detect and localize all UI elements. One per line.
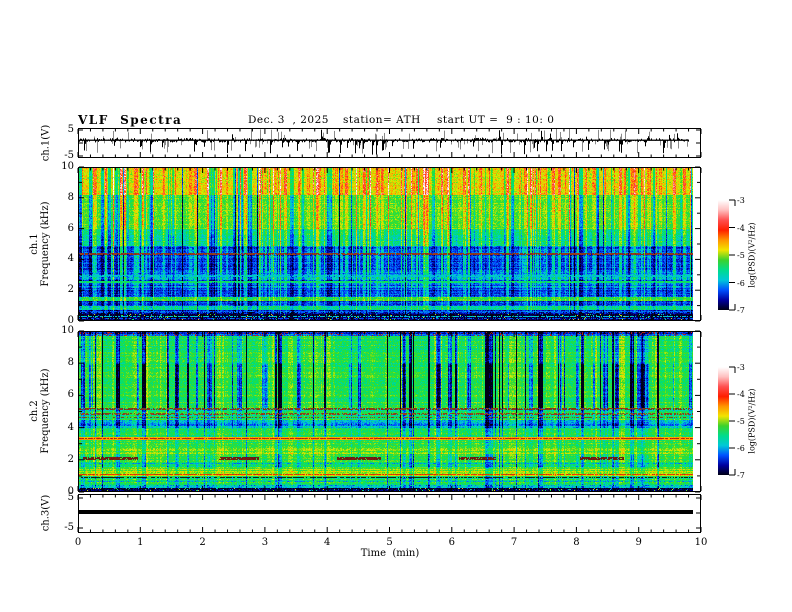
freq-tick-label: 10: [61, 325, 74, 336]
colorbar-tick-label: -7: [737, 306, 745, 315]
volt-tick-label: -5: [64, 522, 74, 533]
colorbar-tick-label: -5: [737, 251, 745, 260]
colorbar-tick-label: -4: [737, 390, 745, 399]
x-tick-label: 10: [694, 537, 708, 548]
colorbar-ch1: [718, 200, 729, 310]
ch2-spectrogram-canvas: [78, 331, 693, 492]
freq-tick-label: 2: [67, 453, 74, 465]
ch1-voltage-axis-label: ch.1(V): [40, 124, 52, 162]
x-tick-label: 1: [137, 537, 144, 548]
ch1-spectrogram-canvas: [78, 167, 693, 321]
colorbar-tick-label: -5: [737, 417, 745, 426]
title-station: station= ATH: [343, 114, 421, 126]
colorbar-ch2-label: log(PSD)(V²/Hz): [747, 388, 757, 454]
ch3-flat-trace: [78, 510, 693, 514]
ch2-label-line1: ch.2: [29, 400, 40, 422]
ch1-label-line2: Frequency (kHz): [40, 201, 51, 287]
ch3-voltage-axis-label: ch.3(V): [40, 494, 52, 532]
colorbar-ch2: [718, 367, 729, 475]
freq-tick-label: 10: [61, 161, 74, 172]
volt-tick-label: 5: [67, 492, 74, 503]
freq-tick-label: 8: [67, 357, 74, 369]
volt-tick-label: -5: [64, 150, 74, 161]
x-tick-label: 9: [635, 537, 642, 548]
ch1-label-line1: ch.1: [29, 233, 40, 255]
ch1-frequency-axis-label: ch.1 Frequency (kHz): [29, 201, 51, 286]
freq-tick-label: 8: [67, 191, 74, 203]
page-title: VLF Spectra: [78, 113, 183, 127]
freq-tick-label: 4: [67, 421, 74, 433]
x-tick-label: 4: [324, 537, 331, 548]
ch2-frequency-axis-label: ch.2 Frequency (kHz): [29, 368, 51, 453]
vlf-spectra-figure: VLF Spectra Dec. 3 , 2025 station= ATH s…: [0, 0, 792, 612]
x-tick-label: 5: [386, 537, 393, 548]
x-tick-label: 0: [74, 537, 82, 548]
colorbar-tick-label: -4: [737, 223, 745, 233]
freq-tick-label: 4: [67, 253, 74, 265]
freq-tick-label: 6: [67, 222, 74, 234]
colorbar-ch1-label: log(PSD)(V²/Hz): [747, 222, 757, 288]
freq-tick-label: 6: [67, 389, 74, 401]
colorbar-tick-label: -7: [737, 471, 745, 480]
x-tick-label: 6: [448, 537, 455, 548]
colorbar-tick-label: -3: [737, 196, 745, 205]
x-tick-label: 2: [199, 537, 206, 548]
ch1-waveform-canvas: [78, 128, 693, 158]
x-tick-label: 8: [573, 537, 580, 548]
x-axis-label: Time (min): [360, 548, 420, 559]
colorbar-tick-label: -3: [737, 363, 745, 372]
freq-tick-label: 2: [67, 284, 74, 296]
colorbar-tick-label: -6: [737, 444, 745, 453]
volt-tick-label: 5: [67, 124, 74, 135]
title-start-ut: start UT = 9 : 10: 0: [437, 114, 555, 126]
title-date: Dec. 3 , 2025: [248, 114, 329, 126]
x-tick-label: 7: [510, 537, 518, 548]
ch2-label-line2: Frequency (kHz): [40, 368, 51, 454]
x-tick-label: 3: [261, 537, 269, 548]
colorbar-tick-label: -6: [737, 278, 745, 288]
